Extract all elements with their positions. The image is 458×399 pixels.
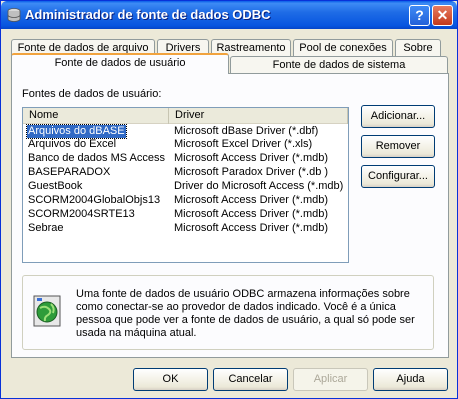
list-item[interactable]: Arquivos do Excel Microsoft Excel Driver…	[23, 138, 348, 151]
close-button[interactable]: ✕	[432, 5, 453, 26]
datasource-name: Sebrae	[28, 222, 64, 234]
datasources-label: Fontes de dados de usuário:	[22, 88, 162, 100]
odbc-admin-window: Administrador de fonte de dados ODBC ? ✕…	[0, 0, 458, 399]
datasource-driver: Microsoft Paradox Driver (*.db )	[174, 166, 329, 178]
datasource-name: GuestBook	[28, 180, 83, 192]
column-header-driver[interactable]: Driver	[169, 108, 348, 124]
datasource-driver: Microsoft Excel Driver (*.xls)	[174, 138, 313, 150]
datasource-driver: Microsoft Access Driver (*.mdb)	[174, 152, 329, 164]
title-bar[interactable]: Administrador de fonte de dados ODBC ? ✕	[1, 1, 457, 29]
globe-database-icon	[33, 295, 61, 327]
list-header: Nome Driver	[23, 108, 348, 124]
datasource-name: BASEPARADOX	[28, 166, 111, 178]
datasource-driver: Microsoft dBase Driver (*.dbf)	[174, 125, 319, 137]
datasource-driver: Microsoft Access Driver (*.mdb)	[174, 222, 329, 234]
apply-button[interactable]: Aplicar	[293, 368, 368, 391]
info-text: Uma fonte de dados de usuário ODBC armaz…	[76, 288, 415, 339]
datasource-name: Arquivos do Excel	[28, 138, 117, 150]
database-icon	[7, 8, 21, 22]
list-item[interactable]: SCORM2004GlobalObjs13 Microsoft Access D…	[23, 194, 348, 207]
tab-fonte-sistema[interactable]: Fonte de dados de sistema	[230, 56, 448, 74]
list-item[interactable]: SCORM2004SRTE13 Microsoft Access Driver …	[23, 208, 348, 221]
list-item[interactable]: GuestBook Driver do Microsoft Access (*.…	[23, 180, 348, 193]
remove-button[interactable]: Remover	[361, 135, 435, 158]
datasource-list[interactable]: Nome Driver Arquivos do dBASE Microsoft …	[22, 107, 349, 263]
datasource-name: SCORM2004SRTE13	[28, 208, 135, 220]
info-box: Uma fonte de dados de usuário ODBC armaz…	[22, 275, 434, 350]
configure-button[interactable]: Configurar...	[361, 165, 435, 188]
help-title-button[interactable]: ?	[409, 5, 430, 26]
add-button[interactable]: Adicionar...	[361, 105, 435, 128]
list-item[interactable]: Banco de dados MS Access Microsoft Acces…	[23, 152, 348, 165]
help-button[interactable]: Ajuda	[373, 368, 448, 391]
datasource-driver: Driver do Microsoft Access (*.mdb)	[174, 180, 344, 192]
datasource-driver: Microsoft Access Driver (*.mdb)	[174, 208, 329, 220]
ok-button[interactable]: OK	[133, 368, 208, 391]
list-item[interactable]: BASEPARADOX Microsoft Paradox Driver (*.…	[23, 166, 348, 179]
column-header-name[interactable]: Nome	[23, 108, 169, 124]
datasource-name: Banco de dados MS Access	[28, 152, 165, 164]
tab-pool-conexoes[interactable]: Pool de conexões	[293, 39, 393, 57]
cancel-button[interactable]: Cancelar	[213, 368, 288, 391]
datasource-name: SCORM2004GlobalObjs13	[28, 194, 161, 206]
list-item[interactable]: Sebrae Microsoft Access Driver (*.mdb)	[23, 222, 348, 235]
tab-fonte-usuario[interactable]: Fonte de dados de usuário	[11, 53, 229, 74]
tab-sobre[interactable]: Sobre	[395, 39, 441, 57]
window-title: Administrador de fonte de dados ODBC	[25, 7, 271, 22]
list-item[interactable]: Arquivos do dBASE Microsoft dBase Driver…	[23, 124, 348, 139]
datasource-driver: Microsoft Access Driver (*.mdb)	[174, 194, 329, 206]
datasource-name: Arquivos do dBASE	[26, 124, 127, 139]
